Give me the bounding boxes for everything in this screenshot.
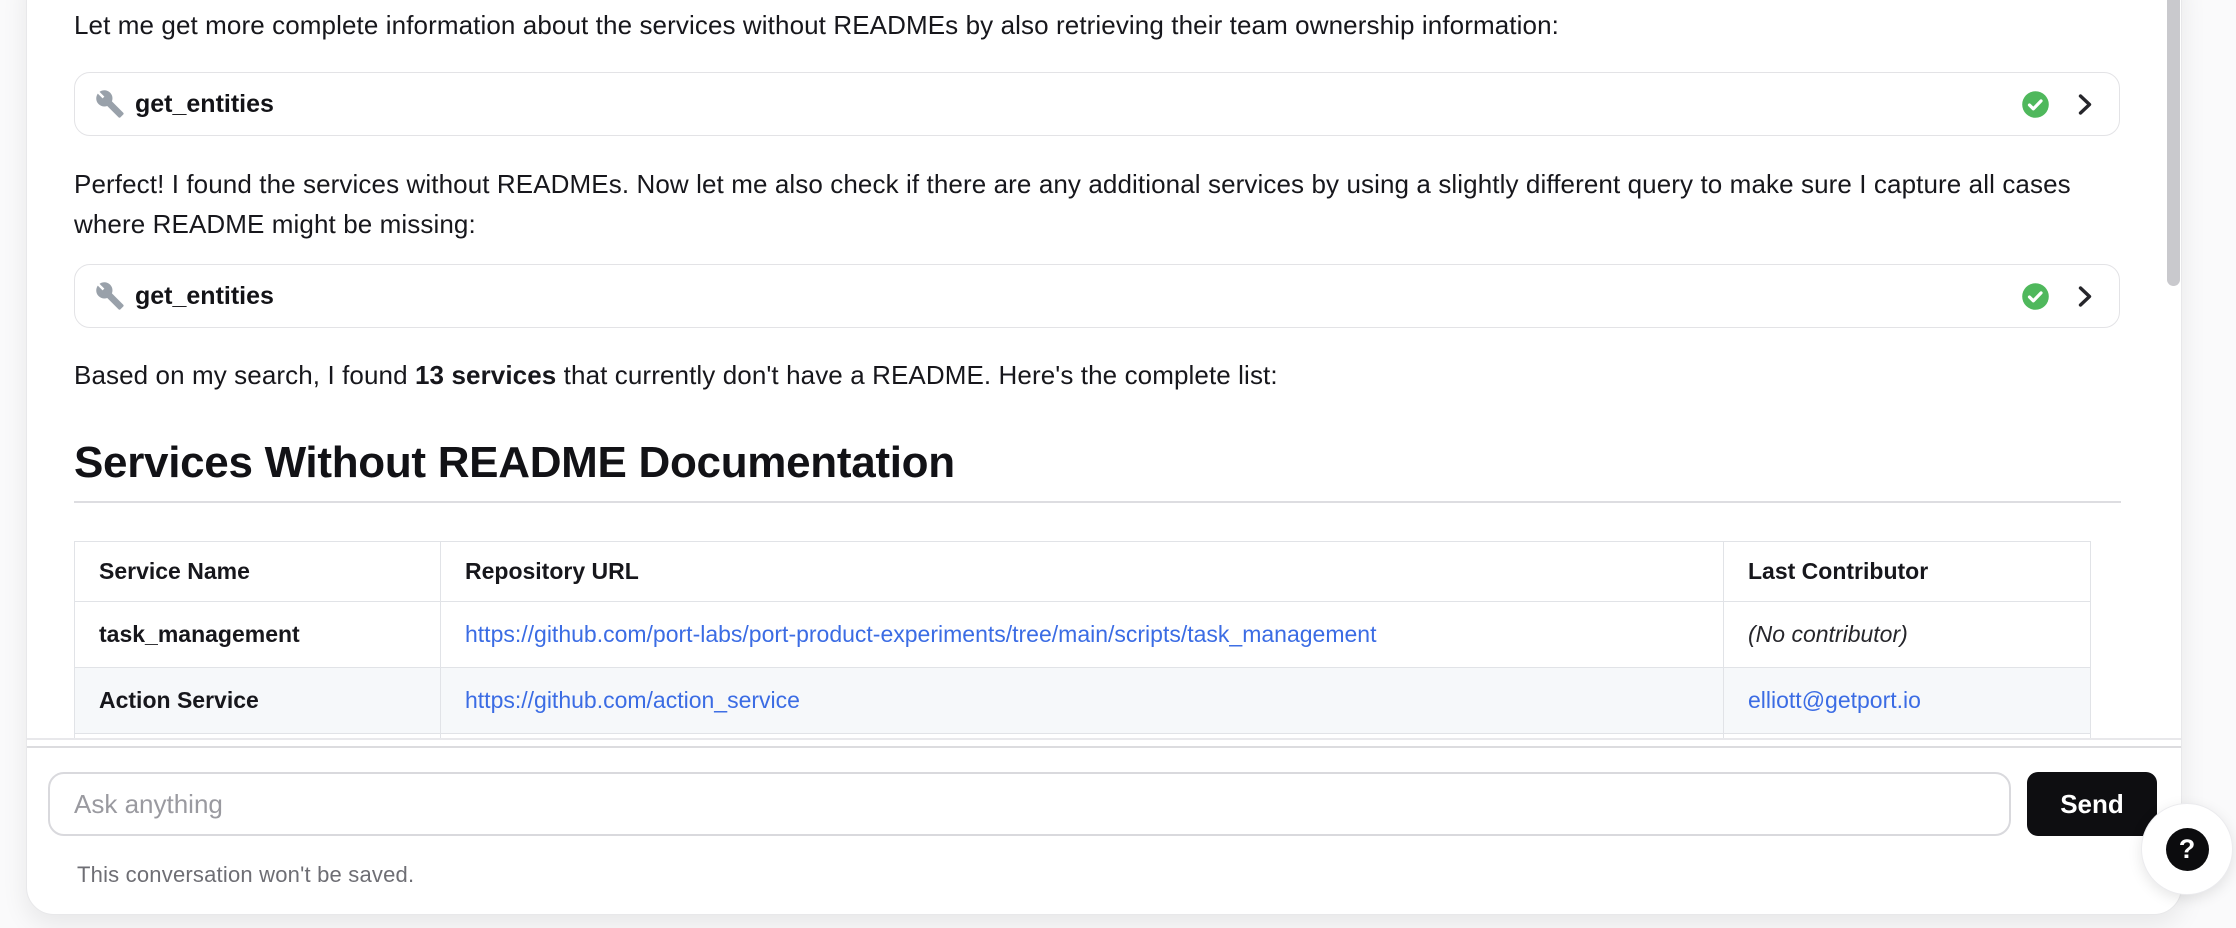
repository-url-cell: https://github.com/port-labs/port-produc… — [441, 602, 1724, 668]
assistant-message-summary: Based on my search, I found 13 services … — [74, 355, 2120, 395]
tool-call-name: get_entities — [135, 282, 274, 311]
column-header-service-name: Service Name — [75, 542, 441, 602]
check-circle-icon — [2021, 90, 2050, 119]
services-table: Service Name Repository URL Last Contrib… — [74, 541, 2091, 738]
chevron-right-icon[interactable] — [2074, 283, 2095, 310]
ask-input[interactable] — [48, 772, 2011, 836]
column-header-repository-url: Repository URL — [441, 542, 1724, 602]
composer-row: Send — [48, 772, 2157, 836]
tool-call-name: get_entities — [135, 90, 274, 119]
question-mark-icon: ? — [2166, 828, 2209, 871]
heading-divider — [74, 501, 2121, 503]
contributor-value: (No contributor) — [1748, 621, 1908, 647]
column-header-last-contributor: Last Contributor — [1724, 542, 2091, 602]
assistant-message: Perfect! I found the services without RE… — [74, 164, 2120, 244]
repository-url-cell: https://github.com/action_service — [441, 668, 1724, 734]
table-header-row: Service Name Repository URL Last Contrib… — [75, 542, 2091, 602]
wrench-icon — [95, 89, 125, 119]
help-button[interactable]: ? — [2141, 803, 2233, 895]
repository-link[interactable]: https://github.com/port-labs/port-produc… — [465, 621, 1376, 647]
footer-divider — [27, 738, 2181, 748]
send-button[interactable]: Send — [2027, 772, 2157, 836]
composer-footer: Send This conversation won't be saved. — [27, 748, 2181, 914]
conversation-disclaimer: This conversation won't be saved. — [77, 862, 2157, 888]
tool-call-get-entities-1[interactable]: get_entities — [74, 72, 2120, 136]
scrollbar-thumb[interactable] — [2167, 0, 2180, 286]
table-row: task_management https://github.com/port-… — [75, 602, 2091, 668]
service-name-cell: Action Service — [75, 668, 441, 734]
last-contributor-cell: (No contributor) — [1724, 602, 2091, 668]
service-name-cell: task_management — [75, 602, 441, 668]
wrench-icon — [95, 281, 125, 311]
table-body: task_management https://github.com/port-… — [75, 602, 2091, 739]
chat-message-area: Let me get more complete information abo… — [27, 1, 2181, 738]
assistant-message: Let me get more complete information abo… — [74, 6, 2120, 44]
tool-call-get-entities-2[interactable]: get_entities — [74, 264, 2120, 328]
table-row: Action Service https://github.com/action… — [75, 668, 2091, 734]
last-contributor-cell: elliott@getport.io — [1724, 668, 2091, 734]
check-circle-icon — [2021, 282, 2050, 311]
section-heading: Services Without README Documentation — [74, 437, 2120, 489]
app-viewport: Let me get more complete information abo… — [0, 0, 2236, 928]
repository-link[interactable]: https://github.com/action_service — [465, 687, 800, 713]
services-count: 13 services — [415, 360, 556, 390]
contributor-value[interactable]: elliott@getport.io — [1748, 687, 1921, 713]
chevron-right-icon[interactable] — [2074, 91, 2095, 118]
chat-card: Let me get more complete information abo… — [26, 0, 2182, 915]
